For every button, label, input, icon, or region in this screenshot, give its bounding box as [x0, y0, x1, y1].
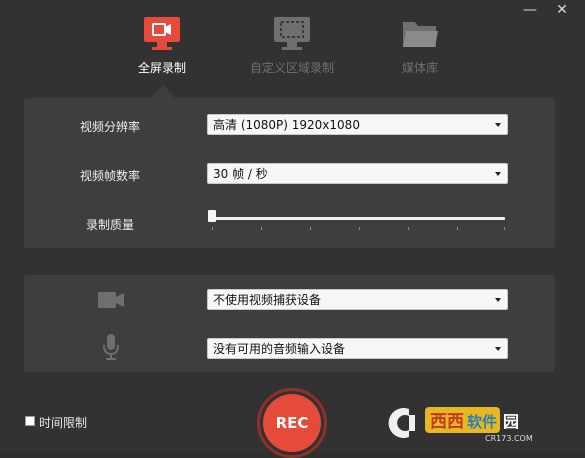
tab-media-library[interactable]: 媒体库: [360, 14, 480, 76]
camera-icon: [97, 290, 125, 314]
quality-label: 录制质量: [86, 218, 135, 232]
microphone-select[interactable]: 没有可用的音频输入设备: [207, 338, 508, 359]
svg-text:软件: 软件: [467, 413, 497, 431]
slider-tick: [504, 227, 505, 230]
quality-slider-handle[interactable]: [208, 210, 216, 222]
framerate-select[interactable]: 30 帧 / 秒: [207, 163, 508, 184]
svg-text:园: 园: [503, 412, 519, 431]
svg-text:CR173.COM: CR173.COM: [485, 434, 533, 443]
chevron-down-icon: [495, 347, 501, 351]
camera-select[interactable]: 不使用视频捕获设备: [207, 289, 508, 310]
time-limit-label: 时间限制: [39, 416, 88, 430]
tab-fullscreen-record[interactable]: 全屏录制: [102, 14, 222, 76]
microphone-icon: [101, 333, 121, 365]
quality-slider-track[interactable]: [211, 217, 505, 220]
tab-fullscreen-label: 全屏录制: [137, 61, 186, 75]
chevron-down-icon: [495, 298, 501, 302]
slider-tick: [408, 227, 409, 230]
framerate-value: 30 帧 / 秒: [213, 167, 268, 181]
watermark-logo: 西西 软件 园 CR173.COM: [385, 403, 565, 443]
svg-text:西西: 西西: [430, 412, 464, 432]
region-select-icon: [272, 14, 312, 54]
resolution-value: 高清 (1080P) 1920x1080: [213, 118, 360, 132]
slider-tick: [457, 227, 458, 230]
folder-icon: [400, 14, 440, 54]
recorder-window: — ✕ 全屏录制 自定义区域录制 媒体库 视频分辨率 高清 (1080P) 19…: [0, 0, 585, 458]
slider-tick: [359, 227, 360, 230]
rec-button[interactable]: REC: [263, 394, 321, 452]
time-limit-checkbox[interactable]: [25, 416, 35, 426]
minimize-button[interactable]: —: [520, 2, 540, 18]
slider-tick: [212, 227, 213, 230]
chevron-down-icon: [495, 123, 501, 127]
resolution-select[interactable]: 高清 (1080P) 1920x1080: [207, 114, 508, 135]
framerate-label: 视频帧数率: [80, 169, 141, 183]
chevron-down-icon: [495, 172, 501, 176]
slider-tick: [261, 227, 262, 230]
tab-media-label: 媒体库: [401, 61, 438, 75]
resolution-label: 视频分辨率: [80, 120, 141, 134]
tab-region-record[interactable]: 自定义区域录制: [232, 14, 352, 76]
monitor-record-icon: [142, 14, 182, 54]
active-tab-pointer: [151, 85, 175, 98]
camera-value: 不使用视频捕获设备: [213, 293, 322, 307]
tab-region-label: 自定义区域录制: [249, 61, 334, 75]
microphone-value: 没有可用的音频输入设备: [213, 342, 346, 356]
close-button[interactable]: ✕: [552, 2, 572, 18]
slider-tick: [310, 227, 311, 230]
